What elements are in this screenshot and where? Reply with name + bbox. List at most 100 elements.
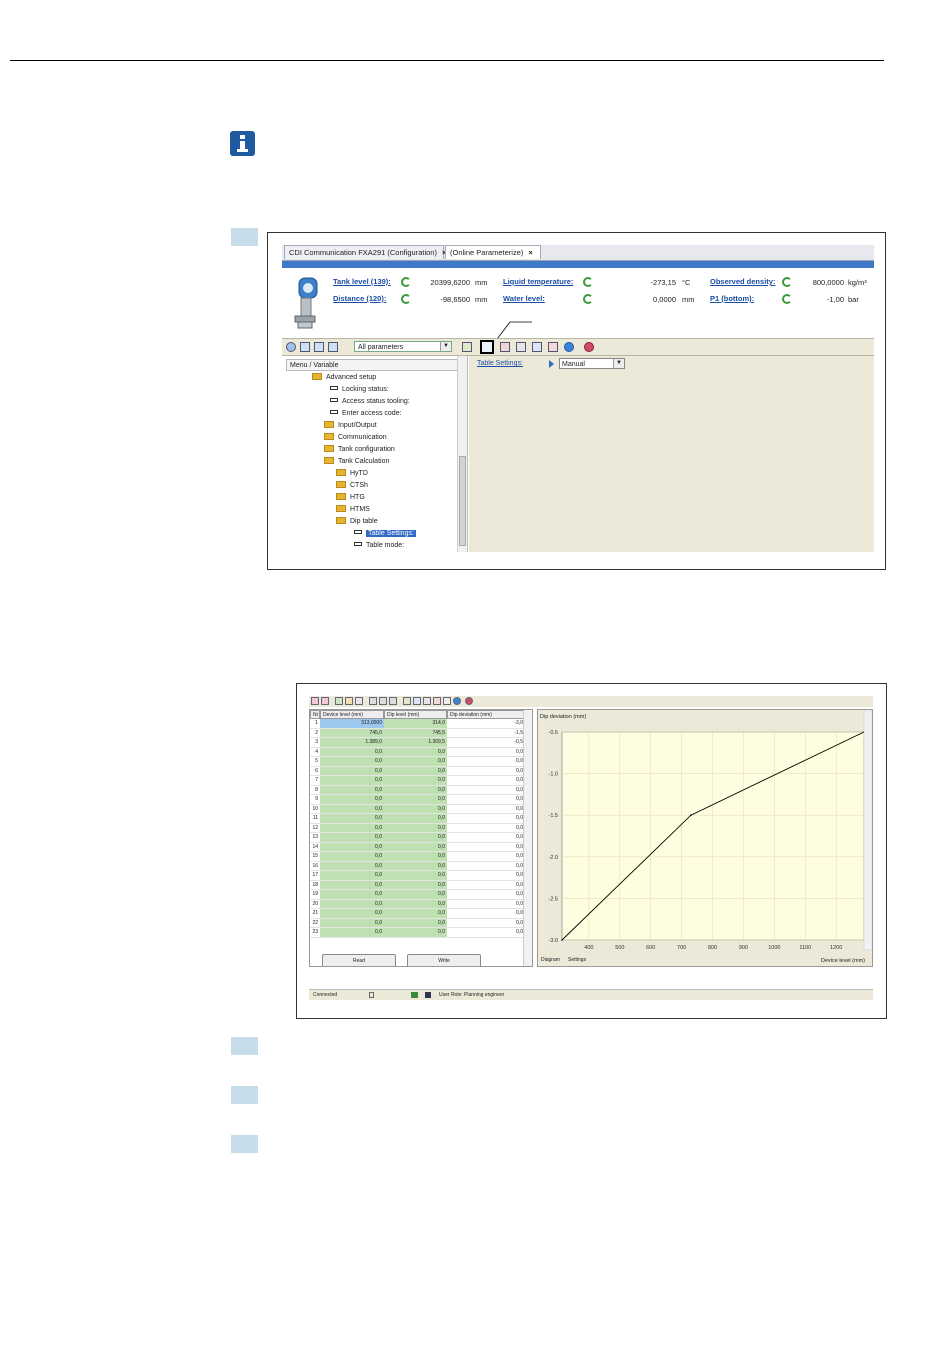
tree-node-tank-calculation[interactable]: Tank Calculation	[324, 457, 389, 467]
tree-node-ctsh[interactable]: CTSh	[336, 481, 368, 491]
table-cell[interactable]: 0,0	[447, 881, 525, 890]
table-cell[interactable]: 1.309,5	[384, 738, 447, 748]
table-cell[interactable]: -1,5	[447, 729, 525, 738]
table-cell[interactable]: 0,0	[384, 795, 447, 805]
refresh-icon[interactable]	[401, 277, 411, 287]
info-circle-icon[interactable]	[564, 342, 574, 352]
table-cell[interactable]: 0,0	[320, 795, 384, 805]
table-cell[interactable]: 0,0	[384, 833, 447, 843]
tab-diagram[interactable]: Diagram	[541, 957, 560, 963]
tab-configuration[interactable]: CDI Communication FXA291 (Configuration)…	[284, 245, 446, 259]
table-cell[interactable]: 0,0	[320, 928, 384, 938]
table-editor-icon[interactable]	[480, 340, 494, 354]
info-circle-icon[interactable]	[453, 697, 461, 705]
tree-node-access-code[interactable]: Enter access code:	[330, 409, 402, 419]
refresh-icon[interactable]	[401, 294, 411, 304]
tree-node-communication[interactable]: Communication	[324, 433, 387, 443]
table-cell[interactable]: 0,0	[320, 871, 384, 881]
table-cell[interactable]: 0,0	[320, 833, 384, 843]
device-icon[interactable]	[516, 342, 526, 352]
device-icon[interactable]	[413, 697, 421, 705]
table-cell[interactable]: 0,0	[384, 880, 447, 890]
table-cell[interactable]: 0,0	[384, 852, 447, 862]
table-cell[interactable]: 0,0	[320, 861, 384, 871]
table-cell[interactable]: 0,0	[320, 909, 384, 919]
help-icon[interactable]	[584, 342, 594, 352]
table-cell[interactable]: -3,0	[447, 719, 525, 729]
table-cell[interactable]: 0,0	[447, 900, 525, 909]
p1-bottom-label[interactable]: P1 (bottom):	[710, 294, 754, 303]
table-cell[interactable]: 0,0	[320, 890, 384, 900]
parameter-filter-select[interactable]: All parameters ▼	[354, 341, 452, 352]
table-cell[interactable]: 0,0	[384, 823, 447, 833]
save-icon[interactable]	[532, 342, 542, 352]
table-cell[interactable]: 0,0	[320, 814, 384, 824]
table-cell[interactable]: 313,0000	[320, 719, 384, 729]
table-cell[interactable]: 0,0	[320, 899, 384, 909]
liquid-temperature-label[interactable]: Liquid temperature:	[503, 277, 573, 286]
tree-node-hytd[interactable]: HyTD	[336, 469, 368, 479]
table-icon[interactable]	[369, 697, 377, 705]
table-cell[interactable]: 0,0	[320, 880, 384, 890]
table-cell[interactable]: 0,0	[384, 776, 447, 786]
table-cell[interactable]: 0,0	[384, 899, 447, 909]
table-cell[interactable]: 0,0	[320, 776, 384, 786]
table-icon[interactable]	[389, 697, 397, 705]
table-cell[interactable]: 0,0	[447, 919, 525, 928]
layout-icon[interactable]	[328, 342, 338, 352]
import-icon[interactable]	[345, 697, 353, 705]
column-header[interactable]: Nr	[310, 710, 320, 719]
table-cell[interactable]: 0,0	[447, 795, 525, 805]
table-cell[interactable]: 314,0	[384, 719, 447, 729]
table-cell[interactable]: 0,0	[447, 862, 525, 871]
observed-density-label[interactable]: Observed density:	[710, 277, 775, 286]
table-cell[interactable]: 0,0	[384, 785, 447, 795]
table-cell[interactable]: 745,5	[384, 728, 447, 738]
table-cell[interactable]: 0,0	[447, 928, 525, 938]
table-icon[interactable]	[379, 697, 387, 705]
tree-node-access-status[interactable]: Access status tooling:	[330, 397, 410, 407]
tree-node-dip-table[interactable]: Dip table	[336, 517, 378, 527]
table-scrollbar[interactable]	[523, 710, 532, 966]
tree-node-table-settings[interactable]: Table Settings:	[354, 529, 416, 539]
refresh-icon[interactable]	[782, 294, 792, 304]
column-header[interactable]: Dip level (mm)	[384, 710, 447, 719]
export-icon[interactable]	[355, 697, 363, 705]
table-cell[interactable]: 0,0	[320, 804, 384, 814]
table-cell[interactable]: 0,0	[384, 747, 447, 757]
tab-online-parameterize[interactable]: (Online Parameterize) ×	[445, 245, 541, 259]
table-cell[interactable]: 745,0	[320, 728, 384, 738]
write-button[interactable]: Write	[407, 954, 481, 966]
table-cell[interactable]: 0,0	[320, 757, 384, 767]
table-cell[interactable]: 1.389,0	[320, 738, 384, 748]
tree-node-htg[interactable]: HTG	[336, 493, 365, 503]
tree-node-input-output[interactable]: Input/Output	[324, 421, 377, 431]
column-header[interactable]: Dip deviation (mm)	[447, 710, 525, 719]
network-icon[interactable]	[548, 342, 558, 352]
table-cell[interactable]: 0,0	[447, 824, 525, 833]
chart-icon[interactable]	[500, 342, 510, 352]
table-cell[interactable]: 0,0	[447, 814, 525, 824]
table-cell[interactable]: 0,0	[384, 909, 447, 919]
refresh-icon[interactable]	[583, 294, 593, 304]
table-cell[interactable]: 0,0	[384, 928, 447, 938]
table-cell[interactable]: 0,0	[384, 918, 447, 928]
scroll-thumb[interactable]	[459, 456, 466, 546]
table-cell[interactable]: 0,0	[447, 909, 525, 919]
print-icon[interactable]	[443, 697, 451, 705]
table-cell[interactable]: 0,0	[447, 757, 525, 767]
refresh-icon[interactable]	[782, 277, 792, 287]
table-cell[interactable]: 0,0	[447, 871, 525, 881]
water-level-label[interactable]: Water level:	[503, 294, 545, 303]
table-cell[interactable]: 0,0	[384, 757, 447, 767]
table-cell[interactable]: 0,0	[384, 871, 447, 881]
table-cell[interactable]: 0,0	[320, 785, 384, 795]
table-settings-select[interactable]: Manual ▼	[559, 358, 625, 369]
refresh-icon[interactable]	[583, 277, 593, 287]
chevron-down-icon[interactable]: ▼	[440, 342, 451, 351]
table-cell[interactable]: 0,0	[384, 766, 447, 776]
table-settings-label[interactable]: Table Settings:	[477, 360, 523, 367]
tank-level-label[interactable]: Tank level (139):	[333, 277, 391, 286]
table-cell[interactable]: 0,0	[320, 918, 384, 928]
home-icon[interactable]	[286, 342, 296, 352]
